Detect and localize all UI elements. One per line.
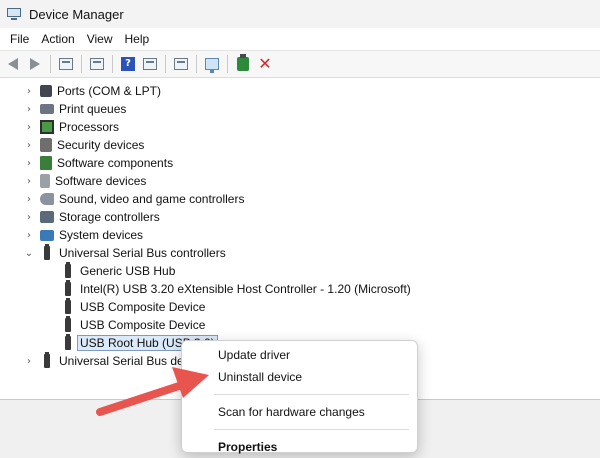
tree-category-label: Storage controllers [59, 210, 160, 224]
properties-icon [90, 58, 104, 70]
software-component-icon [40, 156, 52, 170]
usb-icon [65, 280, 71, 296]
printer-icon [40, 104, 54, 114]
action-pane-icon [143, 58, 157, 70]
tree-device-label: Intel(R) USB 3.20 eXtensible Host Contro… [80, 282, 411, 296]
speaker-icon [40, 193, 54, 205]
add-driver-icon [237, 54, 249, 71]
device-manager-icon [6, 7, 22, 21]
processor-icon [40, 120, 54, 134]
tree-category-label: Security devices [57, 138, 145, 152]
tree-category-ports[interactable]: › Ports (COM & LPT) [0, 82, 600, 100]
back-arrow-icon [8, 58, 18, 70]
menu-bar: File Action View Help [0, 28, 600, 50]
tree-category-system-devices[interactable]: › System devices [0, 226, 600, 244]
scan-hardware-menu-item[interactable]: Scan for hardware changes [182, 401, 417, 423]
update-driver-toolbar-button[interactable] [171, 54, 191, 74]
security-icon [40, 138, 52, 152]
delete-x-icon: ✕ [258, 54, 272, 73]
usb-icon [44, 352, 50, 368]
storage-icon [40, 211, 54, 223]
help-icon: ? [121, 57, 135, 71]
toolbar-divider [112, 55, 113, 73]
tree-category-sound-video-game[interactable]: › Sound, video and game controllers [0, 190, 600, 208]
toolbar-divider [165, 55, 166, 73]
tree-category-label: Print queues [59, 102, 127, 116]
device-tree: › Ports (COM & LPT) › Print queues › Pro… [0, 82, 600, 370]
software-device-icon [40, 174, 50, 188]
chevron-right-icon[interactable]: › [23, 139, 35, 151]
uninstall-device-menu-item[interactable]: Uninstall device [182, 366, 417, 388]
menu-file[interactable]: File [4, 28, 35, 50]
usb-icon [65, 262, 71, 278]
tree-category-print-queues[interactable]: › Print queues [0, 100, 600, 118]
window-title: Device Manager [29, 6, 124, 22]
menu-action[interactable]: Action [35, 28, 80, 50]
tree-device-label: USB Composite Device [80, 318, 206, 332]
tree-category-label: System devices [59, 228, 144, 242]
tree-category-label: Sound, video and game controllers [59, 192, 245, 206]
usb-icon [65, 334, 71, 350]
chevron-right-icon[interactable]: › [23, 157, 35, 169]
tree-category-software-devices[interactable]: › Software devices [0, 172, 600, 190]
update-driver-menu-item[interactable]: Update driver [182, 344, 417, 366]
menu-divider [214, 394, 409, 395]
tree-category-label: Software components [57, 156, 174, 170]
tree-category-label: Processors [59, 120, 120, 134]
toolbar-divider [50, 55, 51, 73]
console-tree-icon [59, 58, 73, 70]
chevron-right-icon[interactable]: › [23, 175, 35, 187]
usb-icon [65, 316, 71, 332]
tree-category-storage-controllers[interactable]: › Storage controllers [0, 208, 600, 226]
tree-device-usb-composite-2[interactable]: USB Composite Device [0, 316, 600, 334]
context-menu: Update driver Uninstall device Scan for … [181, 340, 418, 454]
tree-device-generic-usb-hub[interactable]: Generic USB Hub [0, 262, 600, 280]
chevron-right-icon[interactable]: › [23, 121, 35, 133]
tree-device-label: USB Composite Device [80, 300, 206, 314]
chevron-down-icon[interactable]: ⌄ [23, 247, 35, 259]
chevron-right-icon[interactable]: › [23, 103, 35, 115]
chevron-right-icon[interactable]: › [23, 85, 35, 97]
add-driver-toolbar-button[interactable] [233, 54, 253, 74]
forward-button[interactable] [25, 54, 45, 74]
back-button[interactable] [3, 54, 23, 74]
usb-icon [65, 298, 71, 314]
toolbar: ? ✕ [0, 50, 600, 78]
chevron-right-icon[interactable]: › [23, 211, 35, 223]
properties-toolbar-button[interactable] [87, 54, 107, 74]
system-icon [40, 229, 54, 241]
tree-device-intel-host-controller[interactable]: Intel(R) USB 3.20 eXtensible Host Contro… [0, 280, 600, 298]
tree-category-label: Universal Serial Bus controllers [59, 246, 226, 260]
chevron-right-icon[interactable]: › [23, 229, 35, 241]
chevron-right-icon[interactable]: › [23, 193, 35, 205]
tree-category-label: Software devices [55, 174, 147, 188]
tree-category-label: Ports (COM & LPT) [57, 84, 162, 98]
tree-category-software-components[interactable]: › Software components [0, 154, 600, 172]
menu-view[interactable]: View [81, 28, 119, 50]
forward-arrow-icon [30, 58, 40, 70]
tree-device-label: Generic USB Hub [80, 264, 176, 278]
tree-category-processors[interactable]: › Processors [0, 118, 600, 136]
scan-hardware-toolbar-button[interactable] [202, 54, 222, 74]
toolbar-divider [227, 55, 228, 73]
toolbar-divider [196, 55, 197, 73]
uninstall-toolbar-button[interactable]: ✕ [255, 54, 275, 74]
toolbar-divider [81, 55, 82, 73]
help-button[interactable]: ? [118, 54, 138, 74]
update-driver-icon [174, 58, 188, 70]
port-icon [40, 85, 52, 97]
monitor-scan-icon [205, 58, 219, 73]
menu-help[interactable]: Help [119, 28, 156, 50]
action-pane-button[interactable] [140, 54, 160, 74]
chevron-right-icon[interactable]: › [23, 355, 35, 367]
usb-icon [44, 244, 50, 260]
tree-category-security-devices[interactable]: › Security devices [0, 136, 600, 154]
tree-device-usb-composite-1[interactable]: USB Composite Device [0, 298, 600, 316]
tree-category-usb-controllers[interactable]: ⌄ Universal Serial Bus controllers [0, 244, 600, 262]
show-hide-console-tree-button[interactable] [56, 54, 76, 74]
properties-menu-item[interactable]: Properties [182, 436, 417, 458]
menu-divider [214, 429, 409, 430]
title-bar: Device Manager [0, 0, 600, 28]
